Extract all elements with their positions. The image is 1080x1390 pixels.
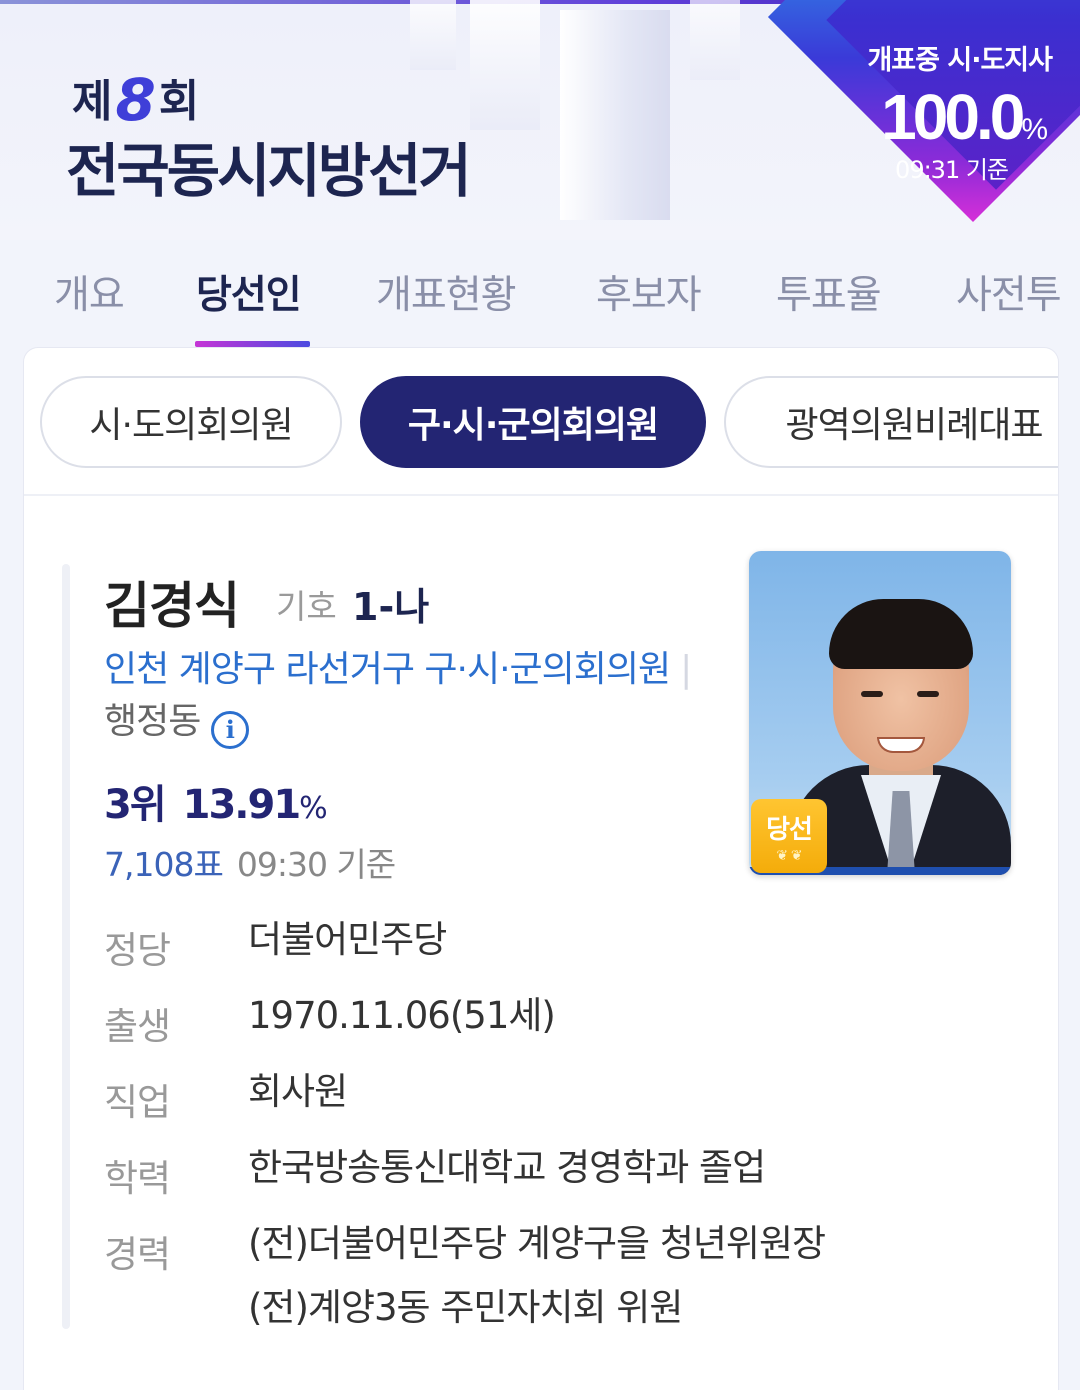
office-filter-chips: 시·도의회의원 구·시·군의회의원 광역의원비례대표 [24,348,1058,496]
count-number: 100.0 [881,81,1025,153]
vote-count: 7,108표 [104,845,224,884]
banner-decoration [560,10,670,220]
info-icon[interactable]: i [210,711,249,749]
fact-label: 직업 [104,1081,171,1124]
chip-proportional[interactable]: 광역의원비례대표 [724,376,1058,468]
banner-decoration [410,0,456,70]
admin-dong-link[interactable]: 행정동 [104,701,201,742]
fact-row-birth: 출생 1970.11.06(51세) [104,994,1004,1072]
divider: | [680,649,692,690]
elected-badge-label: 당선 [766,815,813,845]
candidate-facts: 정당 더불어민주당 출생 1970.11.06(51세) 직업 회사원 학력 한… [104,918,1004,1364]
tab-early-voting[interactable]: 사전투 [956,264,1062,320]
chip-provincial-council[interactable]: 시·도의회의원 [40,376,342,468]
election-logo-title: 전국동시지방선거 [66,137,472,205]
tab-candidates[interactable]: 후보자 [596,264,702,320]
fact-label: 정당 [104,929,171,972]
fact-value: 한국방송통신대학교 경영학과 졸업 [248,1146,766,1189]
fact-value: (전)더불어민주당 계양구을 청년위원장 (전)계양3동 주민자치회 위원 [248,1222,826,1329]
detail-side-rule [62,564,70,1329]
tab-winners[interactable]: 당선인 [196,264,302,320]
candidate-name: 김경식 [104,577,240,635]
candidate-district: 인천 계양구 라선거구 구·시·군의회의원 | 행정동 i [104,644,714,749]
count-value: 100.0% [881,80,1048,154]
chip-local-council[interactable]: 구·시·군의회의원 [360,376,706,468]
fact-label: 학력 [104,1157,171,1200]
rank-text: 3위 [104,782,167,828]
vote-percentage-unit: % [299,791,328,826]
laurel-icon: ❦ ❦ [776,848,802,864]
logo-prefix: 제 [72,76,112,127]
fact-value: 회사원 [248,1070,348,1113]
tab-count-status[interactable]: 개표현황 [376,264,517,320]
count-label: 개표중 시·도지사 [867,45,1053,76]
count-progress-panel[interactable]: 개표중 시·도지사 100.0% 09:31 기준 [700,0,1080,240]
tab-turnout[interactable]: 투표율 [776,264,882,320]
symbol-number: 1-나 [352,585,430,629]
main-tabs: 개요 당선인 개표현황 후보자 투표율 사전투 [0,250,1080,350]
active-tab-indicator [195,341,310,347]
fact-row-career: 경력 (전)더불어민주당 계양구을 청년위원장 (전)계양3동 주민자치회 위원 [104,1222,1004,1364]
count-time: 09:31 기준 [895,156,1009,184]
logo-suffix: 회 [158,76,199,127]
winner-card: 시·도의회의원 구·시·군의회의원 광역의원비례대표 김경식 기호 1-나 인천… [24,348,1058,1390]
fact-value: 1970.11.06(51세) [248,994,556,1037]
elected-badge: 당선 ❦ ❦ [751,799,827,873]
candidate-rank: 3위 13.91% [104,772,328,830]
symbol-label: 기호 [276,587,337,626]
election-logo-round: 제8회 [72,62,199,134]
election-banner: 제8회 전국동시지방선거 개표중 시·도지사 100.0% 09:31 기준 [0,0,1080,240]
fact-value: 더불어민주당 [248,918,447,961]
banner-decoration [470,0,540,130]
tab-overview[interactable]: 개요 [54,264,125,320]
district-link[interactable]: 인천 계양구 라선거구 구·시·군의회의원 [104,649,671,690]
vote-time: 09:30 기준 [236,845,396,884]
candidate-photo[interactable]: 당선 ❦ ❦ [749,551,1011,875]
fact-label: 출생 [104,1005,171,1048]
fact-label: 경력 [104,1233,171,1276]
vote-count-line: 7,108표 09:30 기준 [104,838,396,886]
count-unit: % [1021,113,1048,146]
vote-percentage: 13.91 [182,782,302,828]
